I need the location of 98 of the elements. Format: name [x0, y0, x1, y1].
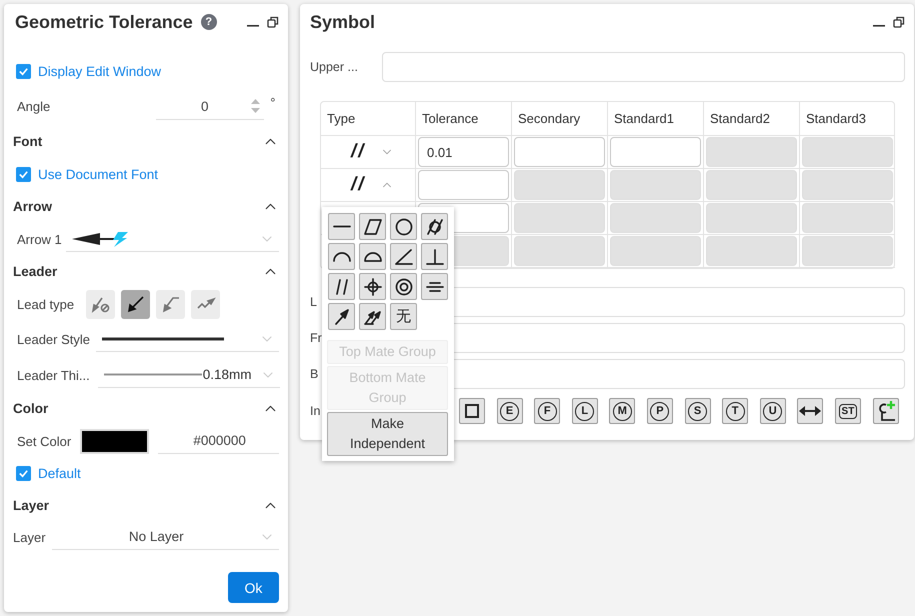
modifier-button[interactable]	[797, 398, 824, 424]
line-style-icon	[102, 336, 224, 340]
color-value[interactable]: #000000	[164, 433, 275, 448]
field-label: In	[310, 404, 320, 418]
field-label: Angle	[17, 99, 50, 114]
modifier-button[interactable]: T	[722, 398, 748, 424]
symbol-button[interactable]	[390, 213, 417, 240]
field-label: Set Color	[17, 434, 72, 448]
input-field[interactable]	[382, 52, 905, 82]
check-icon	[18, 66, 29, 76]
panel-title: Symbol	[310, 12, 376, 32]
modifier-button[interactable]: F	[534, 398, 560, 424]
symbol-button[interactable]	[390, 243, 417, 270]
modifier-button[interactable]: L	[572, 398, 598, 424]
thickness-value: 0.18mm	[202, 367, 252, 382]
field-label: Arrow 1	[17, 232, 62, 246]
menu-button[interactable]: Make Independent	[327, 412, 448, 456]
color-swatch[interactable]	[80, 428, 150, 454]
column-header: Standard3	[806, 111, 866, 126]
field-label: B	[310, 367, 318, 381]
field-label: Lead type	[17, 296, 74, 312]
perpendicular-icon	[426, 248, 444, 266]
symbol-button[interactable]	[328, 213, 355, 240]
arrow-icon	[332, 308, 350, 326]
bent-arrow-icon	[160, 294, 181, 314]
field-label: L	[310, 295, 317, 309]
type-symbol: //	[351, 141, 366, 163]
parallelogram-icon	[364, 218, 382, 236]
field-label: Layer	[13, 530, 46, 544]
checkbox-label[interactable]: Use Document Font	[38, 166, 158, 182]
symbol-button[interactable]	[359, 273, 386, 300]
section-title: Arrow	[13, 199, 52, 214]
line-thickness-icon	[104, 373, 202, 376]
modifier-button[interactable]: ST	[834, 398, 861, 424]
modifier-button[interactable]: M	[609, 398, 636, 424]
arrow-bolt-icon	[72, 230, 130, 248]
lead-type-button[interactable]	[121, 290, 150, 318]
symbol-button[interactable]: 无	[390, 303, 417, 330]
checkbox[interactable]	[16, 64, 31, 78]
semicircle-icon	[364, 252, 382, 262]
section-title: Leader	[13, 264, 58, 279]
panel-title: Geometric Tolerance	[15, 12, 193, 32]
circle-icon	[394, 218, 412, 236]
symbol-button[interactable]	[359, 243, 386, 270]
field-label: Leader Thi...	[17, 368, 90, 382]
column-header: Standard1	[614, 111, 674, 126]
help-button[interactable]: ?	[200, 14, 217, 30]
check-icon	[18, 168, 29, 180]
symbol-button[interactable]	[421, 213, 448, 240]
circle-slash-icon	[426, 218, 444, 236]
select-value[interactable]: No Layer	[58, 529, 255, 544]
section-title: Color	[13, 401, 48, 416]
modifier-button[interactable]	[459, 398, 485, 424]
symbol-button[interactable]	[359, 303, 386, 330]
modifier-button[interactable]: S	[684, 398, 711, 424]
check-icon	[18, 468, 29, 478]
symbol-button[interactable]	[328, 243, 355, 270]
input-field[interactable]	[610, 137, 701, 167]
section-title: Font	[13, 134, 42, 149]
angle-field[interactable]: 0	[156, 94, 264, 120]
angle-icon	[394, 248, 412, 266]
checkbox[interactable]	[16, 466, 31, 480]
double-arrow-icon	[799, 406, 822, 416]
column-header: Standard2	[710, 111, 770, 126]
column-header: Type	[327, 111, 356, 126]
input-field[interactable]	[514, 137, 605, 167]
restore-icon[interactable]	[267, 16, 279, 28]
type-symbol: //	[351, 174, 366, 196]
symbol-button[interactable]	[359, 213, 386, 240]
symbol-button[interactable]	[390, 273, 417, 300]
square-icon	[464, 403, 480, 419]
symbol-button[interactable]	[421, 243, 448, 270]
column-header: Tolerance	[422, 111, 478, 126]
diagonal-arrow-icon	[126, 294, 146, 314]
field-label: Leader Style	[17, 332, 90, 346]
restore-icon[interactable]	[893, 16, 905, 28]
column-header: Secondary	[518, 111, 580, 126]
checkbox-label[interactable]: Default	[38, 466, 81, 480]
modifier-button[interactable]: P	[646, 398, 673, 424]
modifier-button[interactable]: U	[760, 398, 786, 424]
section-title: Layer	[13, 498, 50, 513]
checkbox[interactable]	[16, 166, 31, 182]
crosshair-icon	[364, 278, 382, 296]
symbol-button[interactable]	[421, 273, 448, 300]
line-icon	[332, 225, 350, 228]
input-field[interactable]: 0.01	[418, 137, 509, 167]
modifier-button[interactable]	[872, 398, 899, 424]
input-field[interactable]	[418, 170, 509, 200]
symbol-button[interactable]	[328, 303, 355, 330]
ok-button[interactable]: Ok	[228, 572, 279, 603]
modifier-button[interactable]: E	[496, 398, 523, 424]
checkbox-label[interactable]: Display Edit Window	[38, 64, 162, 78]
arc-icon	[332, 252, 350, 262]
symbol-button[interactable]	[328, 273, 355, 300]
unit-label: °	[270, 95, 276, 110]
concentric-circles-icon	[394, 278, 412, 296]
field-label: Upper ...	[310, 60, 359, 74]
field-label: Fr	[310, 331, 322, 345]
